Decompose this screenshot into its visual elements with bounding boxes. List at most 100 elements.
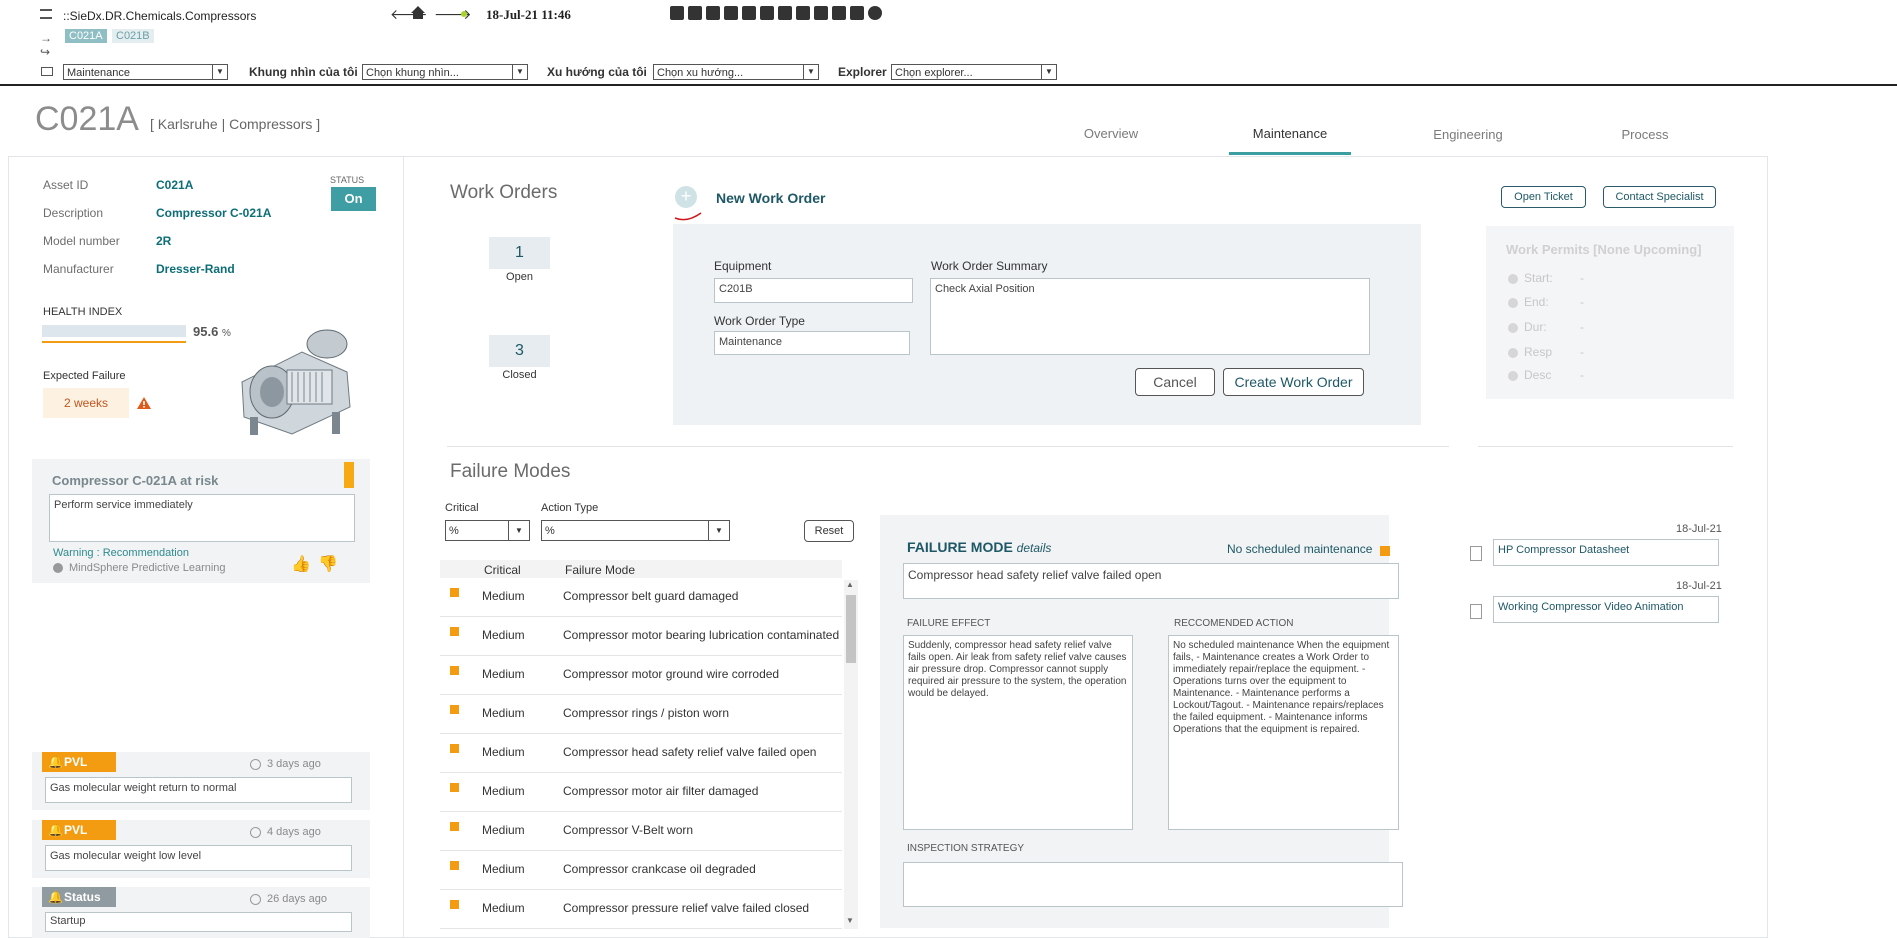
critical-filter-select[interactable]: % ▼ [445,520,530,541]
table-row[interactable]: Medium Compressor rings / piston worn [440,695,842,734]
alert-age-text: 26 days ago [267,893,327,905]
health-label: HEALTH INDEX [43,306,123,318]
cancel-button[interactable]: Cancel [1135,368,1215,396]
xuhuong-select[interactable]: Chọn xu hướng... ▼ [653,64,819,80]
tab-process[interactable]: Process [1584,127,1706,155]
help-icon[interactable] [868,6,882,20]
open-ticket-button[interactable]: Open Ticket [1501,186,1586,208]
permit-start: Start: - [1508,271,1584,285]
work-order-type-field[interactable]: Maintenance [714,331,910,355]
document-link[interactable]: HP Compressor Datasheet [1493,539,1719,566]
scroll-up-icon[interactable]: ▲ [846,580,854,589]
thumbs-down-icon[interactable]: 👎 [318,554,338,574]
chip-other[interactable]: C021B [112,29,154,43]
contact-specialist-button[interactable]: Contact Specialist [1603,186,1716,208]
row-critical: Medium [482,901,525,915]
alert-tag: 🔔 Status [42,887,116,907]
annotation-mark [673,210,705,225]
row-critical: Medium [482,667,525,681]
add-trend-icon[interactable] [796,6,810,20]
mail-icon[interactable] [742,6,756,20]
tab-maintenance[interactable]: Maintenance [1229,126,1351,155]
view-select[interactable]: Maintenance ▼ [63,64,228,80]
closed-count[interactable]: 3 [489,335,550,367]
permit-duration: Dur: - [1508,320,1584,334]
table-row[interactable]: Medium Compressor belt guard damaged [440,578,842,617]
chip-selected[interactable]: C021A [65,29,107,43]
dashboard-icon[interactable] [850,6,864,20]
manufacturer-value: Dresser-Rand [156,262,235,276]
khung-select[interactable]: Chọn khung nhìn... ▼ [362,64,528,80]
risk-card-type: Warning : Recommendation [53,547,189,559]
table-row[interactable]: Medium Compressor crankcase oil degraded [440,851,842,890]
permit-end-label: End: [1524,295,1549,309]
risk-card-source-text: MindSphere Predictive Learning [69,562,226,574]
alert-tag: 🔔 PVL [42,752,116,772]
risk-card-message: Perform service immediately [49,494,355,542]
status-label: STATUS [330,175,365,185]
permit-description-value: - [1580,368,1584,382]
explorer-select[interactable]: Chọn explorer... ▼ [891,64,1057,80]
alert-age: 26 days ago [250,893,327,905]
table-row[interactable]: Medium Compressor V-Belt worn [440,812,842,851]
bookmark-icon[interactable] [760,6,774,20]
reset-button[interactable]: Reset [804,520,854,542]
thumbs-up-icon[interactable]: 👍 [291,554,311,574]
inspection-strategy-label: INSPECTION STRATEGY [907,843,1025,854]
row-failure-mode: Compressor crankcase oil degraded [563,862,756,876]
criticality-marker [450,705,459,714]
table-row[interactable]: Medium Compressor motor ground wire corro… [440,656,842,695]
work-order-summary-label: Work Order Summary [931,259,1048,273]
failure-mode-heading: FAILURE MODE details [907,539,1051,555]
scrollbar-thumb[interactable] [846,595,856,663]
search-icon[interactable] [706,6,720,20]
alert-tag-text: PVL [64,755,88,769]
clock-icon [1508,322,1518,333]
refresh-icon[interactable] [670,6,684,20]
new-work-order-link[interactable]: New Work Order [716,190,825,206]
add-icon[interactable]: + [675,186,697,208]
warning-icon [136,396,152,413]
document-date: 18-Jul-21 [1676,580,1722,592]
document-link[interactable]: Working Compressor Video Animation [1493,596,1719,623]
health-bar-underline [42,341,186,343]
window-icon[interactable] [41,67,53,76]
work-order-summary-field[interactable]: Check Axial Position [930,278,1370,355]
action-type-select[interactable]: % ▼ [541,520,730,541]
tab-engineering[interactable]: Engineering [1407,127,1529,155]
create-work-order-button[interactable]: Create Work Order [1223,368,1364,396]
criticality-marker [450,666,459,675]
alert-card: 🔔 PVL 4 days ago Gas molecular weight low… [32,820,370,878]
print-icon[interactable] [724,6,738,20]
asset-id-label: Asset ID [43,178,89,192]
chevron-down-icon: ▼ [212,65,227,79]
row-failure-mode: Compressor V-Belt worn [563,823,694,837]
layout-icon[interactable] [778,6,792,20]
row-failure-mode: Compressor belt guard damaged [563,589,739,603]
chart-icon[interactable] [832,6,846,20]
trend-icon[interactable] [814,6,828,20]
home-icon[interactable] [410,5,426,20]
failure-mode-heading-sub: details [1016,541,1052,555]
user-icon [1508,347,1518,358]
user-icon [53,563,63,574]
permit-start-value: - [1580,271,1584,285]
clock-icon [250,758,261,770]
tab-overview[interactable]: Overview [1050,126,1172,154]
equipment-field[interactable]: C201B [714,278,913,303]
table-row[interactable]: Medium Compressor motor bearing lubricati… [440,617,842,656]
menu-icon[interactable] [40,9,52,19]
open-count[interactable]: 1 [489,237,550,269]
alert-tag-text: Status [64,890,101,904]
table-row[interactable]: Medium Compressor head safety relief valv… [440,734,842,773]
table-row[interactable]: Medium Compressor pressure relief valve f… [440,890,842,929]
table-row[interactable]: Medium Compressor motor air filter damage… [440,773,842,812]
alert-age: 4 days ago [250,826,321,838]
status-dot-icon [461,11,467,17]
scroll-down-icon[interactable]: ▼ [846,916,854,925]
filter-icon[interactable] [688,6,702,20]
breadcrumb-path[interactable]: ::SieDx.DR.Chemicals.Compressors [63,9,256,23]
asset-location: [ Karlsruhe | Compressors ] [150,116,321,132]
failure-table-scrollbar[interactable]: ▲ ▼ [844,580,858,929]
failure-mode-details-panel: FAILURE MODE details No scheduled mainte… [880,515,1403,928]
